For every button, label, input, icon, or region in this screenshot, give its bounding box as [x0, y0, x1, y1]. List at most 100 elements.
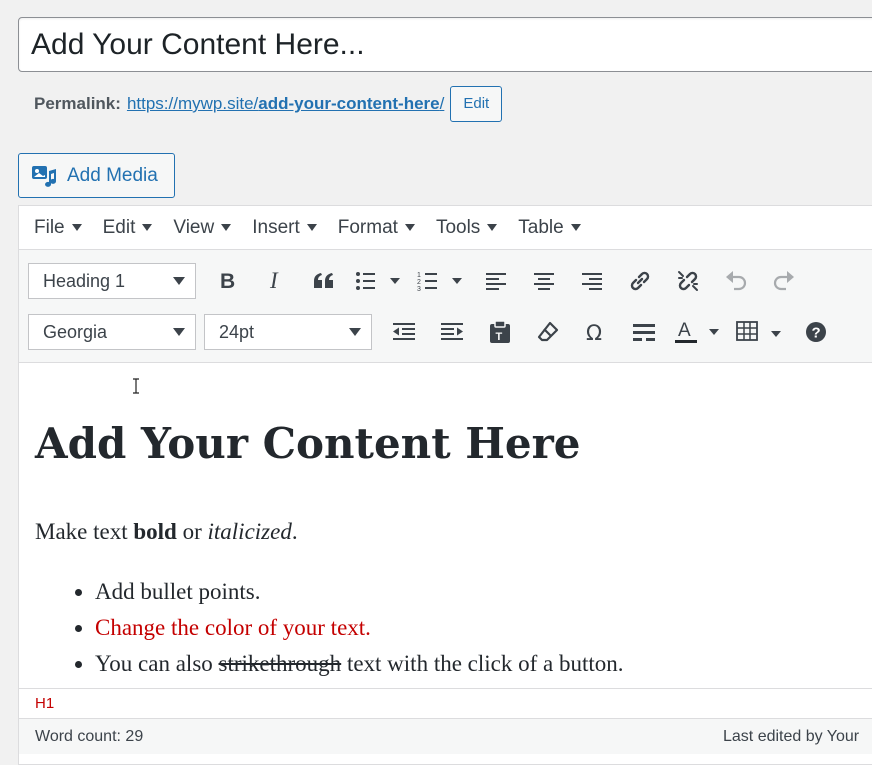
text-cursor-icon	[133, 378, 139, 394]
svg-text:T: T	[496, 331, 503, 343]
indent-button[interactable]	[428, 314, 476, 350]
bold-button[interactable]: B	[204, 263, 252, 299]
svg-text:Ω: Ω	[586, 321, 602, 343]
undo-button[interactable]	[712, 263, 760, 299]
align-center-icon	[534, 273, 554, 290]
align-right-icon	[582, 273, 602, 290]
font-size-value: 24pt	[219, 321, 255, 342]
help-icon: ?	[806, 322, 826, 342]
numbered-list-icon: 123	[417, 272, 462, 292]
svg-text:1: 1	[417, 272, 421, 279]
permalink-row: Permalink: https://mywp.site/add-your-co…	[34, 86, 503, 122]
align-left-icon	[486, 273, 506, 290]
caret-down-icon	[173, 277, 185, 285]
table-button[interactable]	[730, 314, 792, 350]
menu-file[interactable]: File	[34, 217, 82, 239]
outdent-button[interactable]	[380, 314, 428, 350]
menu-table[interactable]: Table	[518, 216, 581, 239]
editor-content-area[interactable]: Add Your Content Here Make text bold or …	[19, 363, 872, 688]
outdent-icon	[393, 323, 415, 340]
remove-link-button[interactable]	[664, 263, 712, 299]
editor-menubar: File Edit View Insert Format Tools Table	[19, 206, 872, 250]
menu-insert-label: Insert	[252, 216, 300, 238]
svg-text:B: B	[220, 270, 235, 292]
eraser-icon	[537, 321, 559, 342]
toolbar-row-1: Heading 1 B I 123	[28, 263, 808, 299]
list-item: Add bullet points.	[95, 577, 624, 613]
permalink-edit-button[interactable]: Edit	[450, 86, 503, 122]
align-left-button[interactable]	[472, 263, 520, 299]
caret-down-icon	[570, 224, 581, 231]
menu-format[interactable]: Format	[338, 217, 415, 239]
paste-as-text-button[interactable]: T	[476, 314, 524, 350]
align-right-button[interactable]	[568, 263, 616, 299]
caret-down-icon	[306, 224, 317, 231]
menu-view[interactable]: View	[173, 217, 232, 239]
strikethrough-text: strikethrough	[218, 651, 342, 676]
menu-edit[interactable]: Edit	[103, 217, 153, 239]
font-family-value: Georgia	[43, 321, 108, 342]
bulleted-list-button[interactable]	[348, 263, 410, 299]
redo-icon	[773, 271, 794, 291]
caret-down-icon	[173, 328, 185, 336]
italic-button[interactable]: I	[252, 263, 300, 299]
block-format-value: Heading 1	[43, 270, 126, 291]
align-center-button[interactable]	[520, 263, 568, 299]
content-paragraph: Make text bold or italicized.	[35, 519, 298, 545]
paragraph-text-pre: Make text	[35, 519, 134, 544]
horizontal-line-button[interactable]	[620, 314, 668, 350]
add-media-icon	[32, 165, 57, 187]
unlink-icon	[678, 271, 698, 291]
menu-tools-label: Tools	[435, 216, 481, 238]
paragraph-text-post: .	[291, 519, 298, 544]
insert-link-button[interactable]	[616, 263, 664, 299]
bold-icon: B	[220, 270, 235, 292]
menu-table-label: Table	[518, 216, 564, 238]
permalink-url-trailing: /	[439, 94, 445, 113]
caret-down-icon	[142, 224, 153, 231]
special-character-button[interactable]: Ω	[572, 314, 620, 350]
add-media-button[interactable]: Add Media	[18, 153, 175, 198]
text-color-button[interactable]: A	[668, 314, 730, 350]
indent-icon	[441, 323, 463, 340]
menu-edit-label: Edit	[102, 216, 136, 238]
keyboard-shortcuts-button[interactable]: ?	[792, 314, 840, 350]
blockquote-button[interactable]	[300, 263, 348, 299]
post-title-input[interactable]: Add Your Content Here...	[18, 17, 872, 72]
table-icon	[736, 321, 781, 341]
omega-icon: Ω	[586, 321, 602, 343]
element-path-h1[interactable]: H1	[35, 695, 54, 712]
colored-text: Change the color of your text.	[95, 615, 371, 640]
permalink-url-slug: add-your-content-here	[258, 94, 440, 113]
font-family-select[interactable]: Georgia	[28, 314, 196, 350]
font-size-select[interactable]: 24pt	[204, 314, 372, 350]
caret-down-icon	[71, 224, 82, 231]
last-edited-info: Last edited by Your	[723, 728, 860, 745]
permalink-link[interactable]: https://mywp.site/add-your-content-here/	[127, 94, 444, 114]
permalink-url-base: https://mywp.site/	[126, 94, 259, 113]
caret-down-icon	[404, 224, 415, 231]
menu-file-label: File	[34, 216, 65, 238]
svg-text:3: 3	[417, 286, 421, 292]
block-format-select[interactable]: Heading 1	[28, 263, 196, 299]
menu-insert[interactable]: Insert	[252, 217, 317, 239]
text-color-icon: A	[675, 320, 719, 343]
redo-button[interactable]	[760, 263, 808, 299]
element-path-statusbar: H1	[19, 688, 872, 718]
word-count: Word count: 29	[35, 728, 144, 745]
classic-editor: File Edit View Insert Format Tools Table…	[18, 205, 872, 765]
item3-text-post: text with the click of a button.	[341, 651, 624, 676]
bulleted-list-icon	[356, 272, 400, 290]
editor-footer: Word count: 29 Last edited by Your	[19, 718, 872, 754]
clipboard-icon: T	[490, 320, 510, 343]
paragraph-bold-text: bold	[133, 519, 177, 544]
svg-text:?: ?	[812, 325, 821, 342]
svg-text:A: A	[678, 320, 691, 341]
list-item: You can also strikethrough text with the…	[95, 649, 624, 685]
numbered-list-button[interactable]: 123	[410, 263, 472, 299]
caret-down-icon	[487, 224, 498, 231]
menu-tools[interactable]: Tools	[435, 216, 498, 239]
menu-format-label: Format	[337, 216, 398, 238]
clear-formatting-button[interactable]	[524, 314, 572, 350]
svg-text:2: 2	[417, 279, 421, 286]
